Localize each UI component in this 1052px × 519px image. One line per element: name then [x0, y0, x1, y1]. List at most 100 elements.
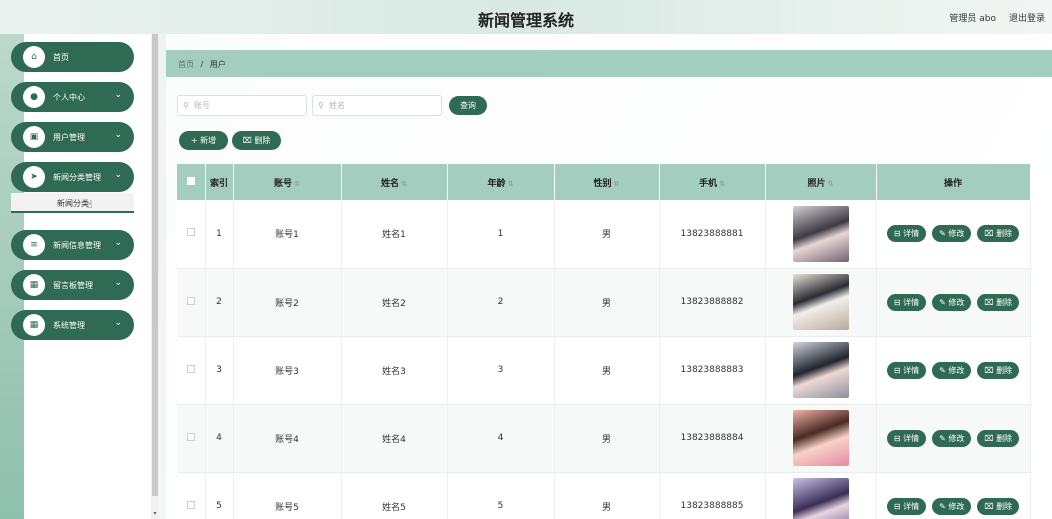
user-photo[interactable]: [792, 205, 849, 262]
header-account[interactable]: 账号 ⇅: [233, 164, 342, 200]
cell-photo: [765, 336, 877, 405]
user-photo[interactable]: [792, 410, 849, 466]
cell-phone: 13823888884: [659, 404, 766, 473]
table-row: 3 账号3 姓名3 3 男 13823888883 ⊟ 详情 ✎ 修改 ⌧ 删除: [177, 336, 1031, 405]
scroll-down-icon[interactable]: ▾: [151, 510, 159, 517]
cell-name: 姓名1: [341, 200, 448, 269]
sidebar-item-label: 新闻信息管理: [53, 241, 101, 250]
breadcrumb-home[interactable]: 首页: [178, 60, 194, 69]
detail-button[interactable]: ⊟ 详情: [886, 429, 927, 447]
sort-icon[interactable]: ⇅: [294, 180, 300, 188]
cell-account: 账号5: [233, 472, 342, 519]
detail-button[interactable]: ⊟ 详情: [886, 293, 927, 311]
table-row: 4 账号4 姓名4 4 男 13823888884 ⊟ 详情 ✎ 修改 ⌧ 删除: [177, 404, 1031, 473]
grid-icon: ▦: [23, 314, 45, 336]
chevron-down-icon: ⌄: [114, 90, 122, 100]
chevron-down-icon: ⌄: [114, 130, 122, 140]
select-all-cell[interactable]: [177, 164, 206, 200]
header-phone[interactable]: 手机 ⇅: [659, 164, 766, 200]
row-select-cell[interactable]: [177, 472, 206, 519]
cell-actions: ⊟ 详情 ✎ 修改 ⌧ 删除: [876, 200, 1031, 269]
delete-button[interactable]: ⌧ 删除: [977, 225, 1020, 243]
sort-icon[interactable]: ⇅: [401, 180, 407, 188]
row-checkbox[interactable]: [186, 296, 195, 305]
grid-icon: ▦: [23, 274, 45, 296]
cell-name: 姓名3: [341, 336, 448, 405]
edit-button[interactable]: ✎ 修改: [932, 225, 972, 243]
logout-link[interactable]: 退出登录: [1009, 11, 1045, 24]
row-select-cell[interactable]: [177, 268, 206, 337]
batch-delete-button[interactable]: ⌧ 删除: [232, 131, 281, 150]
edit-button[interactable]: ✎ 修改: [932, 497, 972, 515]
cell-account: 账号4: [233, 404, 342, 473]
table-row: 2 账号2 姓名2 2 男 13823888882 ⊟ 详情 ✎ 修改 ⌧ 删除: [177, 268, 1031, 337]
row-checkbox[interactable]: [186, 364, 195, 373]
row-select-cell[interactable]: [177, 404, 206, 473]
sort-icon[interactable]: ⇅: [828, 180, 834, 188]
sidebar-item-message-board[interactable]: ▦ 留言板管理 ⌄: [11, 270, 134, 300]
sort-icon[interactable]: ⇅: [614, 180, 620, 188]
edit-button[interactable]: ✎ 修改: [932, 361, 972, 379]
search-icon: ⚲: [183, 101, 189, 110]
header-index: 索引: [205, 164, 234, 200]
add-button[interactable]: + 新增: [179, 131, 228, 150]
edit-button[interactable]: ✎ 修改: [932, 293, 972, 311]
header-phone-label: 手机: [699, 178, 718, 189]
cell-index: 2: [205, 268, 234, 337]
detail-button[interactable]: ⊟ 详情: [886, 497, 927, 515]
row-checkbox[interactable]: [186, 228, 195, 237]
sidebar-item-home[interactable]: ⌂ 首页: [11, 42, 134, 72]
cell-actions: ⊟ 详情 ✎ 修改 ⌧ 删除: [876, 336, 1031, 405]
name-placeholder: 姓名: [329, 101, 345, 110]
header-name-label: 姓名: [381, 178, 400, 189]
cell-actions: ⊟ 详情 ✎ 修改 ⌧ 删除: [876, 472, 1031, 519]
list-icon: ≡: [23, 234, 45, 256]
delete-button[interactable]: ⌧ 删除: [977, 293, 1020, 311]
delete-button[interactable]: ⌧ 删除: [977, 497, 1020, 515]
sidebar-item-system[interactable]: ▦ 系统管理 ⌄: [11, 310, 134, 340]
row-checkbox[interactable]: [186, 500, 195, 509]
detail-button[interactable]: ⊟ 详情: [886, 361, 927, 379]
cell-index: 5: [205, 472, 234, 519]
table-row: 1 账号1 姓名1 1 男 13823888881 ⊟ 详情 ✎ 修改 ⌧ 删除: [177, 200, 1031, 269]
header-gender[interactable]: 性别 ⇅: [554, 164, 660, 200]
sidebar-item-personal-center[interactable]: ● 个人中心 ⌄: [11, 82, 134, 112]
header-name[interactable]: 姓名 ⇅: [341, 164, 448, 200]
user-photo[interactable]: [792, 342, 849, 398]
delete-button[interactable]: ⌧ 删除: [977, 361, 1020, 379]
user-photo[interactable]: [792, 274, 849, 330]
name-search-input[interactable]: ⚲ 姓名: [312, 95, 442, 116]
row-select-cell[interactable]: [177, 200, 206, 269]
cell-photo: [765, 268, 877, 337]
header-photo[interactable]: 照片 ⇅: [765, 164, 877, 200]
row-select-cell[interactable]: [177, 336, 206, 405]
row-checkbox[interactable]: [186, 432, 195, 441]
cell-actions: ⊟ 详情 ✎ 修改 ⌧ 删除: [876, 404, 1031, 473]
cell-name: 姓名5: [341, 472, 448, 519]
sort-icon[interactable]: ⇅: [508, 180, 514, 188]
sidebar-item-label: 用户管理: [53, 133, 85, 142]
query-button[interactable]: 查询: [449, 96, 487, 115]
user-photo[interactable]: [792, 478, 849, 519]
sidebar-item-label: 新闻分类管理: [53, 173, 101, 182]
sidebar-scroll-thumb[interactable]: [152, 34, 158, 496]
delete-button[interactable]: ⌧ 删除: [977, 429, 1020, 447]
sidebar-item-user-management[interactable]: ▣ 用户管理 ⌄: [11, 122, 134, 152]
cell-photo: [765, 200, 877, 269]
select-all-checkbox[interactable]: [186, 176, 195, 185]
sidebar-item-label: 首页: [53, 53, 69, 62]
cell-gender: 男: [554, 200, 660, 269]
app-title: 新闻管理系统: [477, 11, 574, 30]
cell-phone: 13823888885: [659, 472, 766, 519]
edit-button[interactable]: ✎ 修改: [932, 429, 972, 447]
users-table: 索引 账号 ⇅ 姓名 ⇅ 年龄 ⇅ 性别 ⇅ 手机 ⇅ 照片 ⇅ 操作 1 账号1 姓名1 …: [177, 164, 1031, 519]
account-search-input[interactable]: ⚲ 账号: [177, 95, 307, 116]
sidebar-item-news-info[interactable]: ≡ 新闻信息管理 ⌄: [11, 230, 134, 260]
sidebar-subitem-news-category[interactable]: 新闻分类 ☝: [11, 193, 134, 213]
sort-icon[interactable]: ⇅: [719, 180, 725, 188]
header-age[interactable]: 年龄 ⇅: [447, 164, 555, 200]
cell-gender: 男: [554, 268, 660, 337]
chevron-down-icon: ⌄: [114, 278, 122, 288]
sidebar-item-news-category[interactable]: ➤ 新闻分类管理 ⌄: [11, 162, 134, 192]
detail-button[interactable]: ⊟ 详情: [886, 225, 927, 243]
